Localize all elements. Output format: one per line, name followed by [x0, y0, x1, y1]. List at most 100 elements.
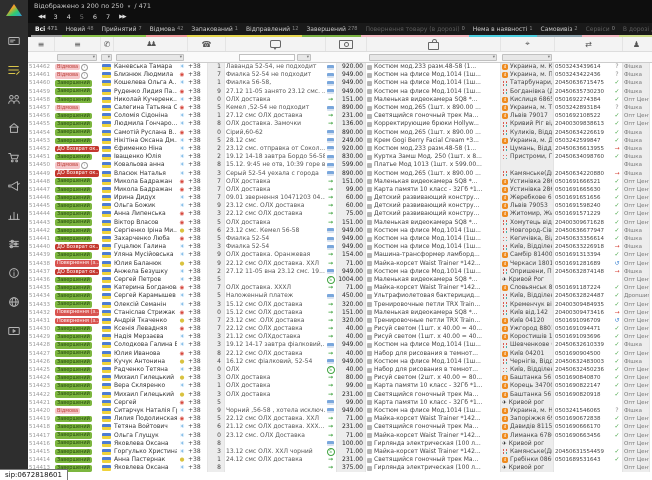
globe-icon[interactable] [3, 291, 25, 312]
product-column-icon[interactable] [366, 37, 500, 51]
tab-В дорозі додому[interactable]: В дорозі додому0 [619, 23, 652, 37]
table-row[interactable]: 514426ЗавершенийКучук Антонина●+38416.12… [28, 358, 652, 366]
table-row[interactable]: 514419ЗавершенийЛилия Подолинская◉+38522… [28, 415, 652, 423]
dashboard-icon[interactable] [3, 30, 25, 51]
table-row[interactable]: 514448ЗавершенийМикола Бадражан◉+387ОЛХ … [28, 178, 652, 186]
sort-icon[interactable]: ≡ [28, 37, 54, 51]
table-row[interactable]: 514443ЗавершенийВіктор Власов◉+385ОЛХ до… [28, 219, 652, 227]
table-row[interactable]: 514437ДО Возврат ок..Анжела Безушку✳+382… [28, 268, 652, 276]
table-row[interactable]: 514445ЗавершенийОльга Божик✳+38923.12 см… [28, 202, 652, 210]
money-column-icon[interactable] [325, 37, 366, 51]
delivery-column-icon[interactable]: ⇄ [554, 37, 622, 51]
table-row[interactable]: 514442ЗавершенийСергіенко Іріна Ми...●+3… [28, 227, 652, 235]
shop-icon[interactable] [3, 117, 25, 138]
city-filter-select[interactable] [502, 54, 552, 61]
tab-Сервіси[interactable]: Сервіси0 [582, 23, 619, 37]
table-row[interactable]: 514414ЗавершенийАнна Пастернак●+38124.12… [28, 456, 652, 464]
pager-page-6[interactable]: 6 [93, 12, 97, 23]
call-icon[interactable]: ✆ [100, 37, 113, 51]
stats-icon[interactable] [3, 204, 25, 225]
comment-filter-select[interactable] [297, 54, 311, 61]
table-row[interactable]: 514461ВідмоваiБлизнюк Людмила◉+387Фиалка… [28, 71, 652, 79]
megaphone-icon[interactable] [3, 175, 25, 196]
table-row[interactable]: 514428ЗавершенийСолодкова Галина В...✳+3… [28, 341, 652, 349]
table-row[interactable]: 514451ЗавершенийІващенко Юлія✳+38219.12 … [28, 153, 652, 161]
table-row[interactable]: 514417ЗавершенийОльга Глущук✳+38023.12 с… [28, 431, 652, 439]
table-row[interactable]: 514430ЗавершенийКсенія Левадняя◉+38722.1… [28, 325, 652, 333]
table-row[interactable]: 514444ЗавершенийАнна Липенська◉+38322.12… [28, 210, 652, 218]
table-row[interactable]: 514431Повернення (з...Андрій Ткаченко●+3… [28, 317, 652, 325]
table-row[interactable]: 514416ЗавершенийЯковлева Оксана✳+388100.… [28, 440, 652, 448]
phone-column-icon[interactable]: ☎ [187, 37, 225, 51]
tab-Відмова[interactable]: Відмова42 [146, 23, 188, 37]
table-row[interactable]: 514452ДО Возврат ок..Єфименко Ніна✳+3822… [28, 145, 652, 153]
table-row[interactable]: 514423ЗавершенийВера Скляренко✳+381ОЛХ д… [28, 382, 652, 390]
ukraine-flag-icon [102, 359, 111, 365]
pager-first-icon[interactable]: ◀◀ [38, 12, 44, 23]
product-filter-select[interactable] [369, 54, 497, 61]
flag-filter-select[interactable] [101, 54, 112, 61]
table-row[interactable]: 514446ЗавершенийИрина Дидух✳+38709.01 зв… [28, 194, 652, 202]
table-row[interactable]: 514441ЗавершенийЗахарченко Люба◉+385Фиал… [28, 235, 652, 243]
table-row[interactable]: 514421ЗавершенийСергей◉+38599.00Карта па… [28, 399, 652, 407]
table-row[interactable]: 514455ЗавершенийЛюдмила Гончаро...✳+388О… [28, 120, 652, 128]
sort-icon[interactable]: ≡ [54, 37, 100, 51]
table-row[interactable]: 514420ВідмоваСитарчук Наталія Гр...✳+389… [28, 407, 652, 415]
status-filter-select[interactable] [57, 54, 97, 61]
table-row[interactable]: 514462ВідмоваiКаневська Тамара✳+381Лаван… [28, 63, 652, 71]
page-size-caret-icon[interactable]: ▾ [128, 4, 131, 10]
tab-Прийнятий[interactable]: Прийнятий7 [98, 23, 146, 37]
table-row[interactable]: 514460ЗавершенийКошелева Ольга А...✳+381… [28, 79, 652, 87]
table-row[interactable]: 514434ЗавершенийСергей Карамышев✳+385Нал… [28, 292, 652, 300]
table-row[interactable]: 514415ЗавершенийГоргулько Христина...✳+3… [28, 448, 652, 456]
tab-Нема в наявності[interactable]: Нема в наявності1 [469, 23, 537, 37]
pager-page-5[interactable]: 5 [80, 12, 84, 23]
table-row[interactable]: 514453ЗавершенийНікітіна Оксана Дм...✳+3… [28, 137, 652, 145]
location-column-icon[interactable]: ⌖ [500, 37, 554, 51]
sliders-icon[interactable] [3, 233, 25, 254]
tab-Всі[interactable]: Всі471 [31, 23, 62, 37]
client-filter-select[interactable] [116, 54, 184, 61]
table-row[interactable]: 514422ЗавершенийМихаил Гилецький●+383ОЛХ… [28, 391, 652, 399]
info-icon[interactable] [3, 262, 25, 283]
cart-icon[interactable] [3, 146, 25, 167]
tab-Самовивіз[interactable]: Самовивіз2 [537, 23, 582, 37]
manager-column-icon[interactable]: ♟ [622, 37, 650, 51]
table-row[interactable]: 514459ЗавершенийРуденко Лидия Па...◉+389… [28, 88, 652, 96]
table-row[interactable]: 514427ЗавершенийЮлия Иванова◉+38822.12 с… [28, 350, 652, 358]
table-row[interactable]: 514458ЗавершенийНиколай Кучеренк...✳+380… [28, 96, 652, 104]
table-row[interactable]: 514456ЗавершенийСоломія Сідоніна✳+38127.… [28, 112, 652, 120]
tab-Завершений[interactable]: Завершений278 [302, 23, 361, 37]
table-row[interactable]: 514435ЗавершенийКатерина Богданова◉+387О… [28, 284, 652, 292]
table-row[interactable]: 514433ЗавершенийОлексій Семанін✳+38315.1… [28, 300, 652, 308]
comment-column-icon[interactable] [225, 37, 325, 51]
tab-Новий[interactable]: Новий48 [62, 23, 98, 37]
table-row[interactable]: 514449ДО Возврат ок..Власюк Наталья✳+383… [28, 169, 652, 177]
table-row[interactable]: 514457ВідмоваСалегина Татьяна С...◉+385К… [28, 104, 652, 112]
pager-page-3[interactable]: 3 [53, 12, 57, 23]
table-row[interactable]: 514413ЗавершенийЯковлева Оксана✳+388→375… [28, 464, 652, 472]
table-row[interactable]: 514429ЗавершенийНадія Мерзаєва✳+38321.12… [28, 333, 652, 341]
orders-icon[interactable] [3, 59, 25, 80]
table-row[interactable]: 514432Повернення (з...Станіслав Стрижак◉… [28, 309, 652, 317]
table-row[interactable]: 514425ЗавершенийРадченко Тетяна✳+380ОЛХS… [28, 366, 652, 374]
tab-Запакований[interactable]: Запакований1 [187, 23, 242, 37]
clients-column-icon[interactable]: ♟♟ [113, 37, 187, 51]
table-row[interactable]: 514440ДО Возврат ок..Гуцалюк Галина✳+383… [28, 243, 652, 251]
table-row[interactable]: 514447ЗавершенийМикола Бадражан◉+387ОЛХ … [28, 186, 652, 194]
pager-page-7[interactable]: 7 [106, 12, 110, 23]
table-row[interactable]: 514454ЗавершенийСамотій Руслана В...◉+38… [28, 129, 652, 137]
table-row[interactable]: 514418ЗавершенийТетяна Войтович✳+38621.1… [28, 423, 652, 431]
pager-last-icon[interactable]: ▶▶ [119, 12, 125, 23]
tab-Повернення товару (в дорозі)[interactable]: Повернення товару (в дорозі)0 [361, 23, 468, 37]
table-row[interactable]: 514436ЗавершенийСергей Петров✳+385S1004.… [28, 276, 652, 284]
pager-page-4[interactable]: 4 [67, 12, 71, 23]
video-icon[interactable] [3, 320, 25, 341]
comment-filter-input[interactable] [239, 54, 295, 61]
table-row[interactable]: 514450ВідмоваiКовальова анна✳+38815.12. … [28, 161, 652, 169]
table-row[interactable]: 514424ЗавершенийМихаил Гилецький●+383ОЛХ… [28, 374, 652, 382]
table-row[interactable]: 514438Повернення (з...Юлия Баланюк●+3892… [28, 260, 652, 268]
tab-Відправлений[interactable]: Відправлений12 [242, 23, 303, 37]
table-row[interactable]: 514439ЗавершенийУляна Мусійовська✳+389ОЛ… [28, 251, 652, 259]
clients-icon[interactable] [3, 88, 25, 109]
